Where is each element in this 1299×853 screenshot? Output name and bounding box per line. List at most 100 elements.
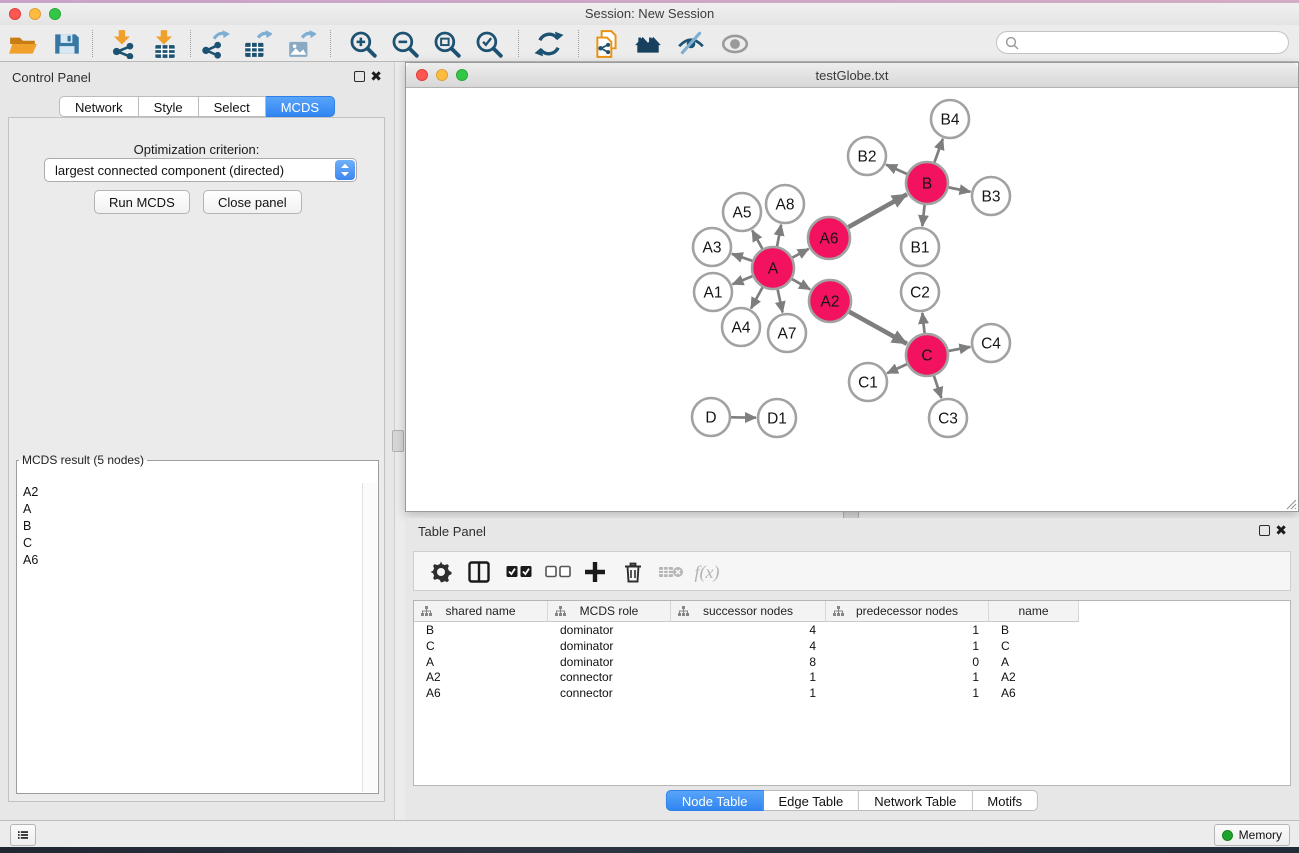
network-graph[interactable]: B4B2BB3A8A5A6A3B1AA1C2A2A4A7C4CC1C3DD1 — [406, 88, 1298, 511]
edge-A-A4[interactable] — [751, 287, 762, 308]
result-item[interactable]: C — [18, 534, 362, 551]
graph-node-B[interactable]: B — [906, 162, 948, 204]
network-from-document-icon[interactable] — [592, 29, 622, 59]
edge-A-A5[interactable] — [752, 230, 762, 248]
deselect-all-checkboxes-icon[interactable] — [545, 559, 571, 585]
graph-node-A5[interactable]: A5 — [723, 193, 761, 231]
net-minimize-button[interactable] — [436, 69, 448, 81]
graph-node-A[interactable]: A — [752, 247, 794, 289]
table-close-panel-icon[interactable]: ✖ — [1275, 522, 1287, 538]
table-row[interactable]: Adominator80A — [414, 654, 1290, 670]
cell-name[interactable]: A2 — [989, 669, 1079, 685]
import-table-icon[interactable] — [150, 29, 180, 59]
graph-node-A7[interactable]: A7 — [768, 314, 806, 352]
search-field[interactable] — [996, 31, 1289, 54]
net-zoom-button[interactable] — [456, 69, 468, 81]
graph-node-A3[interactable]: A3 — [693, 228, 731, 266]
zoom-in-icon[interactable] — [348, 29, 378, 59]
cell-predecessor-nodes[interactable]: 1 — [826, 669, 989, 685]
cell-name[interactable]: A — [989, 654, 1079, 670]
export-network-icon[interactable] — [200, 29, 230, 59]
edge-B-B1[interactable] — [922, 205, 924, 226]
graph-node-B3[interactable]: B3 — [972, 177, 1010, 215]
run-mcds-button[interactable]: Run MCDS — [94, 190, 190, 214]
edge-C-C2[interactable] — [922, 313, 924, 333]
toggle-column-view-icon[interactable] — [466, 559, 492, 585]
graph-node-C4[interactable]: C4 — [972, 324, 1010, 362]
add-column-icon[interactable] — [582, 559, 608, 585]
cell-mcds-role[interactable]: dominator — [548, 638, 671, 654]
save-session-icon[interactable] — [52, 29, 82, 59]
cell-successor-nodes[interactable]: 1 — [671, 685, 826, 701]
table-row[interactable]: A6connector11A6 — [414, 685, 1290, 701]
edge-B-B4[interactable] — [934, 139, 942, 163]
export-table-icon[interactable] — [242, 29, 272, 59]
tab-node-table[interactable]: Node Table — [666, 790, 764, 811]
graph-node-D1[interactable]: D1 — [758, 399, 796, 437]
edge-A-A2[interactable] — [792, 279, 810, 289]
table-row[interactable]: A2connector11A2 — [414, 669, 1290, 685]
cell-predecessor-nodes[interactable]: 0 — [826, 654, 989, 670]
edge-A-A6[interactable] — [792, 249, 808, 258]
graph-node-A1[interactable]: A1 — [694, 273, 732, 311]
close-panel-icon[interactable]: ✖ — [370, 68, 382, 84]
edge-A-A3[interactable] — [732, 254, 752, 261]
table-row[interactable]: Cdominator41C — [414, 638, 1290, 654]
graph-node-B2[interactable]: B2 — [848, 137, 886, 175]
zoom-window-button[interactable] — [49, 8, 61, 20]
cell-predecessor-nodes[interactable]: 1 — [826, 622, 989, 638]
edge-B-B2[interactable] — [886, 165, 907, 174]
tab-edge-table[interactable]: Edge Table — [763, 790, 859, 811]
close-panel-button[interactable]: Close panel — [203, 190, 302, 214]
cell-predecessor-nodes[interactable]: 1 — [826, 685, 989, 701]
graph-node-B4[interactable]: B4 — [931, 100, 969, 138]
tab-select[interactable]: Select — [199, 96, 266, 117]
column-header-successor-nodes[interactable]: successor nodes — [671, 601, 826, 622]
result-item[interactable]: B — [18, 517, 362, 534]
cell-shared-name[interactable]: A — [414, 654, 548, 670]
edge-C-C4[interactable] — [949, 347, 971, 351]
edge-C-C1[interactable] — [887, 364, 907, 373]
tab-network-table[interactable]: Network Table — [859, 790, 972, 811]
table-float-panel-icon[interactable] — [1259, 525, 1270, 536]
export-image-icon[interactable] — [286, 29, 316, 59]
task-history-button[interactable] — [10, 824, 36, 846]
cell-name[interactable]: B — [989, 622, 1079, 638]
graph-node-A6[interactable]: A6 — [808, 217, 850, 259]
mcds-result-list[interactable]: A2ABCA6 — [18, 483, 362, 792]
memory-button[interactable]: Memory — [1214, 824, 1290, 846]
tab-mcds[interactable]: MCDS — [266, 96, 335, 117]
hide-graphics-details-icon[interactable] — [676, 29, 706, 59]
edge-B-B3[interactable] — [949, 187, 971, 191]
result-scrollbar[interactable] — [362, 483, 377, 792]
cell-name[interactable]: C — [989, 638, 1079, 654]
graph-node-C1[interactable]: C1 — [849, 363, 887, 401]
graph-node-C2[interactable]: C2 — [901, 273, 939, 311]
cell-successor-nodes[interactable]: 4 — [671, 638, 826, 654]
cell-successor-nodes[interactable]: 1 — [671, 669, 826, 685]
zoom-selected-icon[interactable] — [474, 29, 504, 59]
edge-A-A8[interactable] — [777, 225, 781, 247]
edge-A6-B[interactable] — [848, 194, 907, 227]
result-item[interactable]: A6 — [18, 551, 362, 568]
search-input[interactable] — [1024, 36, 1288, 50]
table-row[interactable]: Bdominator41B — [414, 622, 1290, 638]
tab-motifs[interactable]: Motifs — [972, 790, 1038, 811]
vertical-divider-grip[interactable] — [392, 430, 404, 452]
cell-successor-nodes[interactable]: 4 — [671, 622, 826, 638]
window-resize-grip-icon[interactable] — [1283, 496, 1297, 510]
tab-network[interactable]: Network — [59, 96, 139, 117]
network-canvas[interactable]: B4B2BB3A8A5A6A3B1AA1C2A2A4A7C4CC1C3DD1 — [406, 88, 1298, 511]
graph-node-D[interactable]: D — [692, 398, 730, 436]
cell-shared-name[interactable]: A2 — [414, 669, 548, 685]
cell-shared-name[interactable]: A6 — [414, 685, 548, 701]
cell-mcds-role[interactable]: connector — [548, 685, 671, 701]
show-graphics-details-icon[interactable] — [720, 29, 750, 59]
graph-node-B1[interactable]: B1 — [901, 228, 939, 266]
result-item[interactable]: A2 — [18, 483, 362, 500]
cell-successor-nodes[interactable]: 8 — [671, 654, 826, 670]
minimize-window-button[interactable] — [29, 8, 41, 20]
tab-style[interactable]: Style — [139, 96, 199, 117]
column-header-mcds-role[interactable]: MCDS role — [548, 601, 671, 622]
zoom-fit-icon[interactable] — [432, 29, 462, 59]
